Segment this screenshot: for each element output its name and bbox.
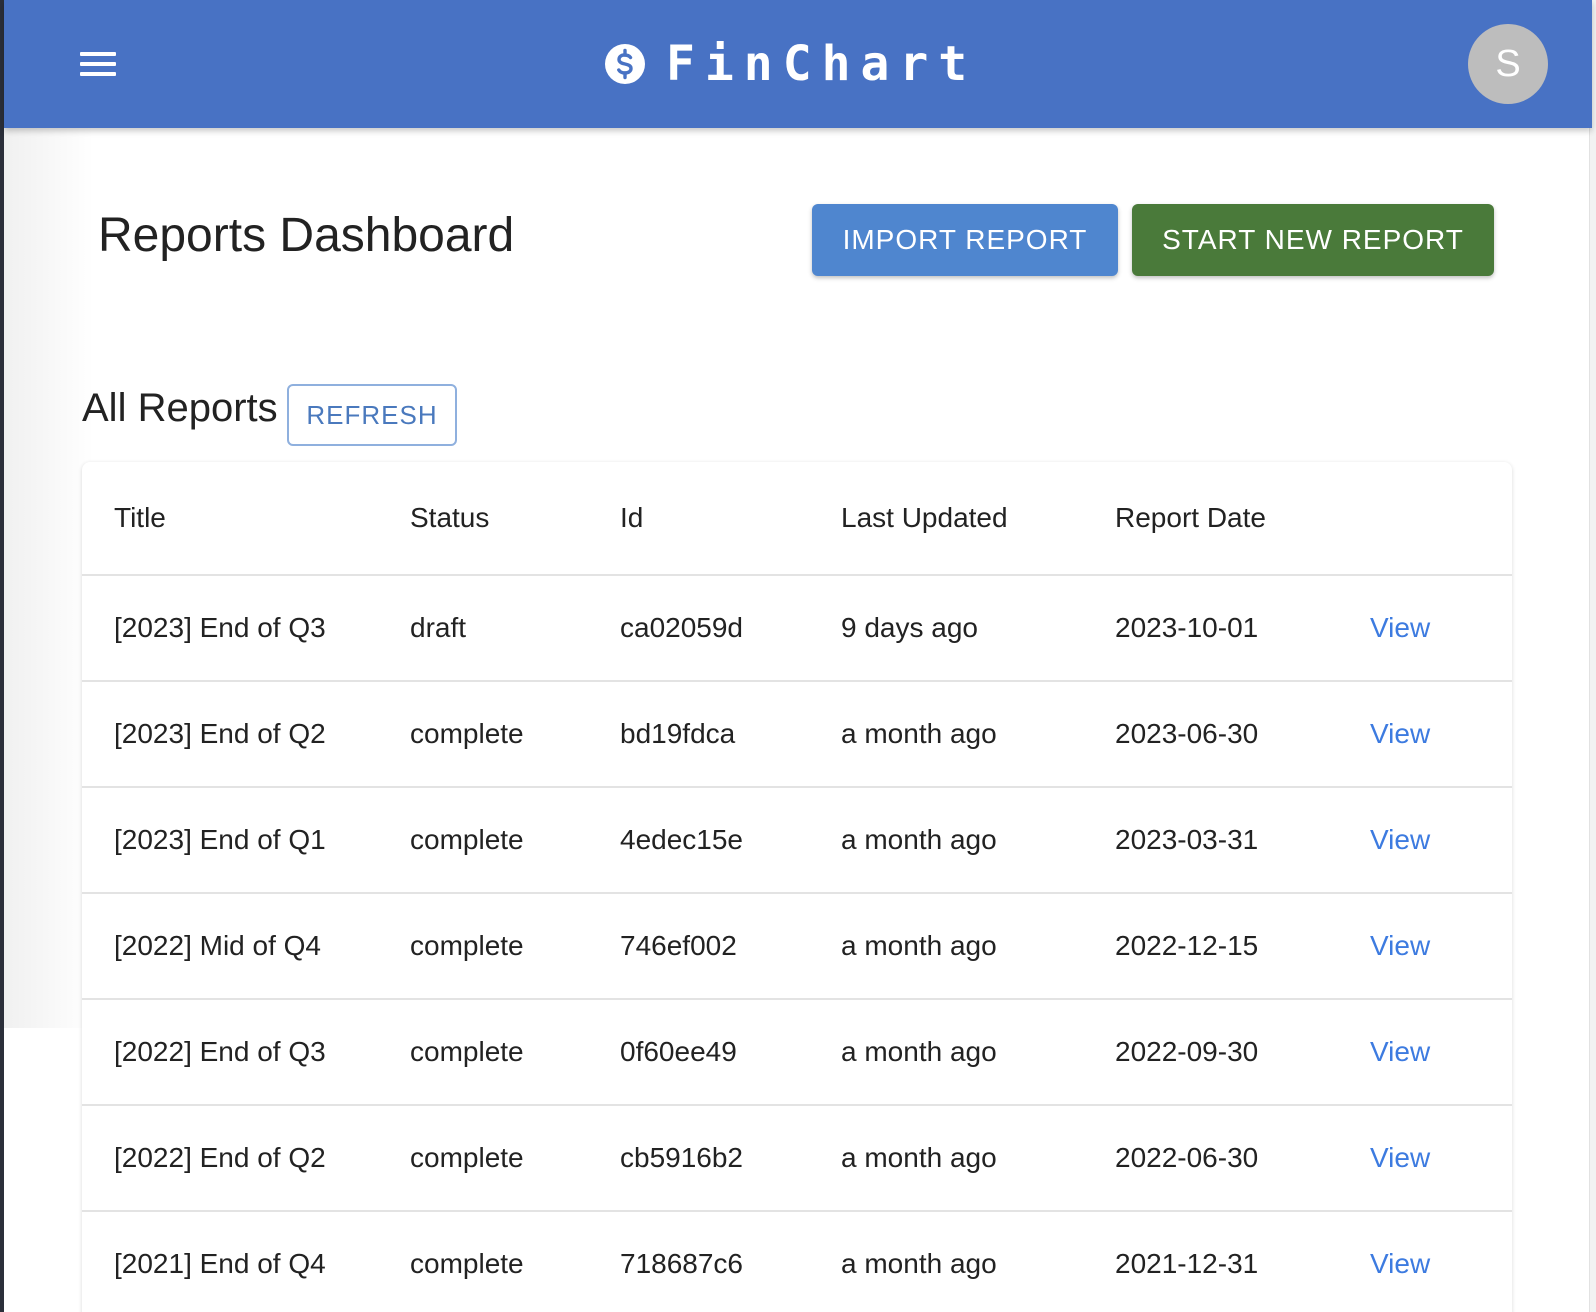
- cell-actions: View: [1370, 681, 1512, 787]
- view-link[interactable]: View: [1370, 1036, 1430, 1067]
- menu-line: [80, 52, 116, 56]
- app-bar: FinChart S: [4, 0, 1592, 128]
- cell-status: complete: [410, 824, 524, 855]
- table-row: [2022] End of Q2 complete cb5916b2 a mon…: [82, 1105, 1512, 1211]
- table-row: [2023] End of Q3 draft ca02059d 9 days a…: [82, 575, 1512, 681]
- cell-title: [2021] End of Q4: [114, 1248, 326, 1279]
- cell-report-date: 2022-12-15: [1115, 930, 1259, 961]
- cell-id: bd19fdca: [620, 718, 736, 749]
- column-header-report-date: Report Date: [1115, 502, 1266, 533]
- cell-actions: View: [1370, 893, 1512, 999]
- cell-id: 0f60ee49: [620, 1036, 737, 1067]
- menu-line: [80, 72, 116, 76]
- cell-report-date: 2022-06-30: [1115, 1142, 1259, 1173]
- column-header-last-updated: Last Updated: [841, 502, 1008, 533]
- page: FinChart S Reports Dashboard IMPORT REPO…: [0, 0, 1596, 1312]
- brand-name: FinChart: [666, 36, 978, 92]
- cell-last-updated: a month ago: [841, 1036, 997, 1067]
- cell-title: [2023] End of Q3: [114, 612, 326, 643]
- table-body: [2023] End of Q3 draft ca02059d 9 days a…: [82, 575, 1512, 1312]
- table-row: [2023] End of Q2 complete bd19fdca a mon…: [82, 681, 1512, 787]
- cell-title: [2022] Mid of Q4: [114, 930, 322, 961]
- view-link[interactable]: View: [1370, 1248, 1430, 1279]
- view-link[interactable]: View: [1370, 612, 1430, 643]
- cell-id: 718687c6: [620, 1248, 744, 1279]
- page-title: Reports Dashboard: [98, 209, 515, 262]
- menu-line: [80, 62, 116, 66]
- cell-report-date: 2023-10-01: [1115, 612, 1259, 643]
- cell-actions: View: [1370, 787, 1512, 893]
- header-row: Title Status Id Last Updated Report Date: [82, 462, 1512, 575]
- cell-status: complete: [410, 1036, 524, 1067]
- cell-id: cb5916b2: [620, 1142, 744, 1173]
- brand-logo[interactable]: FinChart: [604, 36, 977, 92]
- scrollbar-track[interactable]: [1589, 0, 1596, 1312]
- cell-report-date: 2023-03-31: [1115, 824, 1259, 855]
- cell-last-updated: a month ago: [841, 1142, 997, 1173]
- drawer-shadow: [4, 128, 94, 1028]
- cell-title: [2023] End of Q2: [114, 718, 326, 749]
- view-link[interactable]: View: [1370, 930, 1430, 961]
- dollar-circle-icon: [605, 44, 645, 84]
- column-header-actions: [1370, 462, 1512, 575]
- cell-status: draft: [410, 612, 467, 643]
- section-title: All Reports: [82, 386, 278, 430]
- cell-actions: View: [1370, 999, 1512, 1105]
- cell-status: complete: [410, 718, 524, 749]
- user-avatar[interactable]: S: [1468, 24, 1548, 104]
- cell-report-date: 2021-12-31: [1115, 1248, 1259, 1279]
- cell-last-updated: a month ago: [841, 930, 997, 961]
- refresh-button[interactable]: REFRESH: [287, 384, 457, 446]
- cell-last-updated: a month ago: [841, 1248, 997, 1279]
- view-link[interactable]: View: [1370, 824, 1430, 855]
- cell-title: [2022] End of Q2: [114, 1142, 326, 1173]
- cell-id: 746ef002: [620, 930, 737, 961]
- window-edge: [0, 0, 4, 1312]
- start-new-report-button[interactable]: START NEW REPORT: [1132, 204, 1494, 276]
- cell-last-updated: a month ago: [841, 718, 997, 749]
- table-header: Title Status Id Last Updated Report Date: [82, 462, 1512, 575]
- column-header-id: Id: [620, 502, 644, 533]
- hamburger-menu-icon[interactable]: [76, 44, 120, 84]
- reports-table-card: Title Status Id Last Updated Report Date…: [82, 462, 1512, 1312]
- cell-actions: View: [1370, 1211, 1512, 1312]
- column-header-status: Status: [410, 502, 490, 533]
- cell-title: [2022] End of Q3: [114, 1036, 326, 1067]
- cell-last-updated: a month ago: [841, 824, 997, 855]
- cell-status: complete: [410, 1248, 524, 1279]
- cell-id: 4edec15e: [620, 824, 744, 855]
- column-header-title: Title: [114, 502, 166, 533]
- table-row: [2022] Mid of Q4 complete 746ef002 a mon…: [82, 893, 1512, 999]
- view-link[interactable]: View: [1370, 718, 1430, 749]
- cell-status: complete: [410, 930, 524, 961]
- cell-actions: View: [1370, 1105, 1512, 1211]
- cell-id: ca02059d: [620, 612, 744, 643]
- cell-actions: View: [1370, 575, 1512, 681]
- cell-status: complete: [410, 1142, 524, 1173]
- cell-report-date: 2023-06-30: [1115, 718, 1259, 749]
- view-link[interactable]: View: [1370, 1142, 1430, 1173]
- cell-title: [2023] End of Q1: [114, 824, 326, 855]
- table-row: [2021] End of Q4 complete 718687c6 a mon…: [82, 1211, 1512, 1312]
- table-row: [2022] End of Q3 complete 0f60ee49 a mon…: [82, 999, 1512, 1105]
- import-report-button[interactable]: IMPORT REPORT: [812, 204, 1118, 276]
- cell-report-date: 2022-09-30: [1115, 1036, 1259, 1067]
- cell-last-updated: 9 days ago: [841, 612, 978, 643]
- table-row: [2023] End of Q1 complete 4edec15e a mon…: [82, 787, 1512, 893]
- reports-table: Title Status Id Last Updated Report Date…: [82, 462, 1512, 1312]
